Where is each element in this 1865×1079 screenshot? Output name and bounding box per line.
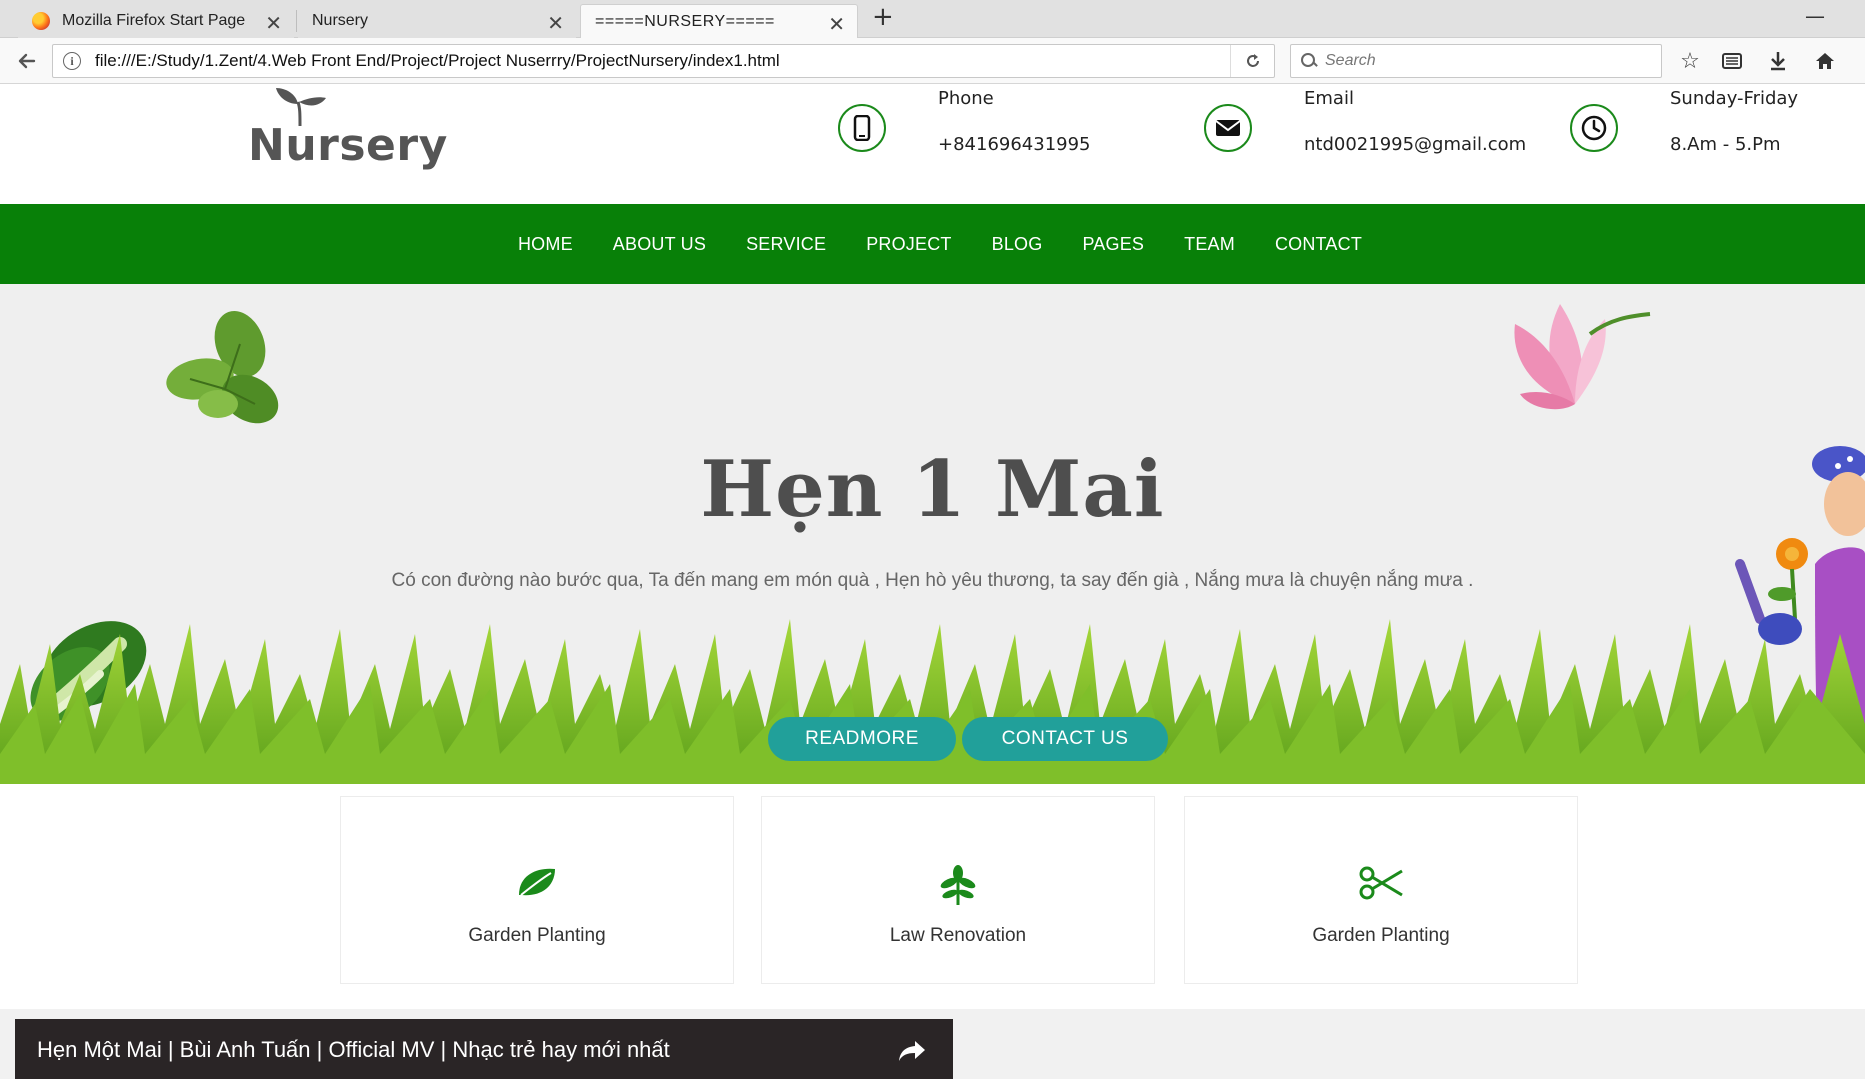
embedded-video[interactable]: Hẹn Một Mai | Bùi Anh Tuấn | Official MV… (15, 1019, 953, 1079)
feature-icon-wrap (341, 865, 733, 905)
readmore-button[interactable]: READMORE (768, 717, 956, 761)
nav-item-team[interactable]: TEAM (1184, 234, 1235, 255)
feature-label: Garden Planting (1312, 925, 1450, 946)
scissors-icon (1359, 866, 1403, 900)
url-bar[interactable]: i file:///E:/Study/1.Zent/4.Web Front En… (52, 44, 1275, 78)
feature-label: Garden Planting (468, 925, 606, 946)
logo-text: Nursery (248, 120, 448, 171)
video-section: Hẹn Một Mai | Bùi Anh Tuấn | Official MV… (0, 1009, 1865, 1079)
back-arrow-icon[interactable] (8, 44, 46, 78)
hero-title: Hẹn 1 Mai (700, 444, 1165, 535)
contact-value[interactable]: ntd0021995@gmail.com (1304, 134, 1526, 155)
contact-hours: Sunday-Friday 8.Am - 5.Pm (1570, 84, 1850, 204)
site-logo[interactable]: Nursery (248, 86, 447, 186)
phone-icon (838, 104, 886, 152)
nav-item-project[interactable]: PROJECT (866, 234, 951, 255)
star-icon[interactable]: ☆ (1675, 46, 1705, 76)
info-icon[interactable]: i (63, 52, 81, 70)
contact-us-button[interactable]: CONTACT US (962, 717, 1168, 761)
reload-icon[interactable] (1230, 45, 1274, 77)
contact-value: 8.Am - 5.Pm (1670, 134, 1781, 155)
contact-email: Email ntd0021995@gmail.com (1204, 84, 1544, 204)
browser-nav-bar: i file:///E:/Study/1.Zent/4.Web Front En… (0, 38, 1865, 84)
sprout-icon (940, 865, 976, 905)
contact-value: +841696431995 (938, 134, 1091, 155)
search-icon (1301, 53, 1317, 69)
tab-firefox-start[interactable]: Mozilla Firefox Start Page ✕ (18, 4, 294, 38)
minimize-window-icon[interactable]: — (1805, 4, 1825, 28)
envelope-icon (1204, 104, 1252, 152)
feature-card[interactable]: Law Renovation (761, 796, 1155, 984)
video-title[interactable]: Hẹn Một Mai | Bùi Anh Tuấn | Official MV… (37, 1037, 670, 1063)
nav-item-pages[interactable]: PAGES (1082, 234, 1144, 255)
share-arrow-icon[interactable] (897, 1039, 927, 1063)
web-page: Nursery Phone +841696431995 Email ntd002… (0, 84, 1865, 1079)
nav-item-contact[interactable]: CONTACT (1275, 234, 1362, 255)
leaf-icon (519, 868, 555, 896)
main-nav-menu: HOME ABOUT US SERVICE PROJECT BLOG PAGES… (0, 204, 1865, 284)
close-tab-icon[interactable]: ✕ (265, 11, 282, 36)
tab-nursery[interactable]: Nursery ✕ (298, 4, 576, 38)
site-header: Nursery Phone +841696431995 Email ntd002… (0, 84, 1865, 204)
tab-title: =====NURSERY===== (595, 12, 775, 30)
search-placeholder: Search (1325, 52, 1376, 69)
contact-label: Sunday-Friday (1670, 88, 1799, 109)
hero-subtitle: Có con đường nào bước qua, Ta đến mang e… (391, 570, 1474, 591)
search-input[interactable]: Search (1290, 44, 1662, 78)
clock-icon (1570, 104, 1618, 152)
tab-nursery-active[interactable]: =====NURSERY===== ✕ (580, 4, 858, 38)
reading-list-icon[interactable] (1717, 46, 1747, 76)
feature-card[interactable]: Garden Planting (1184, 796, 1578, 984)
browser-tab-bar: Mozilla Firefox Start Page ✕ Nursery ✕ =… (0, 0, 1865, 38)
home-icon[interactable] (1810, 46, 1840, 76)
tab-title: Mozilla Firefox Start Page (62, 12, 246, 29)
contact-label: Phone (938, 88, 994, 109)
url-text[interactable]: file:///E:/Study/1.Zent/4.Web Front End/… (95, 51, 1230, 71)
close-tab-icon[interactable]: ✕ (828, 12, 845, 37)
firefox-icon (32, 12, 50, 30)
new-tab-button[interactable]: + (872, 2, 894, 32)
contact-label: Email (1304, 88, 1354, 109)
download-icon[interactable] (1763, 46, 1793, 76)
features-section: Garden Planting Law Renovation Garden Pl… (0, 784, 1865, 1009)
close-tab-icon[interactable]: ✕ (547, 11, 564, 36)
feature-icon-wrap (762, 865, 1154, 905)
tab-separator (296, 10, 297, 32)
feature-label: Law Renovation (889, 925, 1027, 946)
tab-title: Nursery (312, 12, 369, 29)
nav-item-about-us[interactable]: ABOUT US (613, 234, 706, 255)
hero-banner: Hẹn 1 Mai Có con đường nào bước qua, Ta … (0, 284, 1865, 784)
nav-item-home[interactable]: HOME (518, 234, 573, 255)
lotus-flower-image (1514, 304, 1651, 410)
nav-item-blog[interactable]: BLOG (992, 234, 1043, 255)
nav-item-service[interactable]: SERVICE (746, 234, 826, 255)
feature-card[interactable]: Garden Planting (340, 796, 734, 984)
contact-phone: Phone +841696431995 (838, 84, 1158, 204)
feature-icon-wrap (1185, 865, 1577, 905)
mint-leaves-image (166, 311, 279, 424)
